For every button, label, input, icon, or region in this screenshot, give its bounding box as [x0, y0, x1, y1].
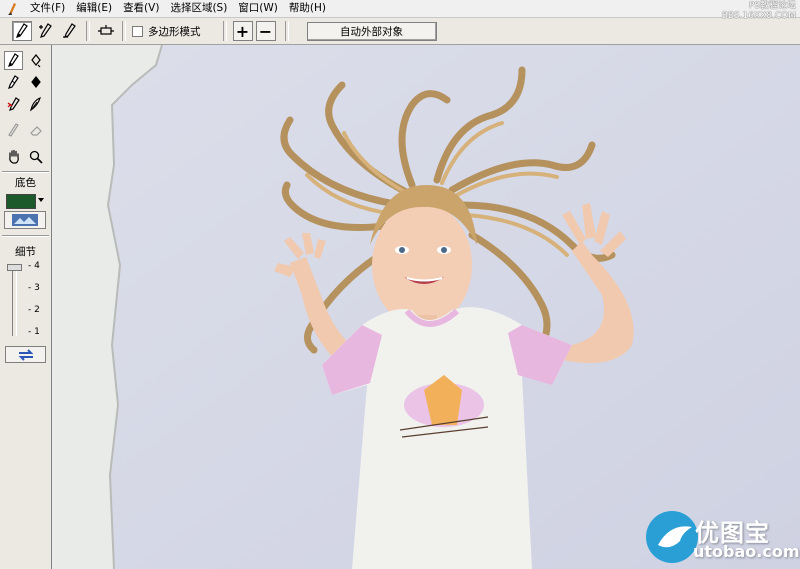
forum-watermark-url: BBS.16XX8.COM [721, 11, 796, 21]
toolbar-separator [222, 21, 227, 41]
detail-tick: - 3 [28, 283, 40, 293]
edge-highlighter-minus-tool-button[interactable] [60, 21, 80, 41]
highlighter-icon [8, 53, 19, 67]
image-thumbnail-icon [12, 214, 38, 226]
keep-fill-tool[interactable] [26, 73, 45, 92]
edge-highlighter-plus-tool-button[interactable] [36, 21, 56, 41]
background-preview-button[interactable] [4, 211, 46, 229]
toolbar-separator [86, 21, 90, 41]
keep-highlighter-icon [8, 75, 19, 89]
menu-selection[interactable]: 选择区域(S) [165, 0, 233, 17]
zoom-plus-button[interactable]: + [232, 21, 253, 41]
detail-label: 细节 [15, 246, 36, 258]
polygon-mode-label: 多边形模式 [148, 25, 201, 38]
eraser-tool [26, 121, 45, 140]
panel-divider [2, 235, 49, 237]
hand-icon [8, 149, 19, 164]
edge-touchup-tool[interactable] [26, 95, 45, 114]
zoom-tool[interactable] [26, 147, 45, 166]
image-canvas[interactable]: 优图宝 utobao.com [52, 45, 800, 569]
photo-girl-with-curly-hair [52, 45, 800, 569]
auto-external-object-button[interactable]: 自动外部对象 [306, 21, 437, 41]
base-color-swatch[interactable] [6, 194, 36, 209]
swap-view-button[interactable] [5, 346, 46, 363]
hand-tool[interactable] [4, 147, 23, 166]
menu-view[interactable]: 查看(V) [118, 0, 165, 17]
magnifier-icon [29, 150, 43, 164]
brush-tool [4, 121, 23, 140]
cleanup-tool[interactable] [4, 95, 23, 114]
forum-watermark-title: PS教程论坛 [748, 1, 796, 11]
polygon-mode-checkbox[interactable] [132, 25, 143, 37]
highlighter-icon [16, 23, 28, 38]
smart-highlight-icon [98, 25, 114, 35]
highlighter-plus-icon [39, 23, 52, 38]
cleanup-icon [7, 97, 20, 111]
app-icon [5, 1, 21, 16]
detail-slider-track[interactable] [12, 264, 17, 336]
keep-highlighter-tool[interactable] [4, 73, 23, 92]
chevron-down-icon[interactable] [38, 198, 44, 202]
fill-bucket-icon [31, 54, 41, 68]
refresh-arrows-icon [18, 348, 33, 361]
zoom-minus-button[interactable]: − [255, 21, 276, 41]
edge-highlighter-tool[interactable] [4, 51, 23, 70]
panel-divider [2, 171, 49, 173]
logo-url: utobao.com [693, 542, 800, 561]
detail-slider-thumb[interactable] [7, 264, 22, 271]
menu-file[interactable]: 文件(F) [25, 0, 71, 17]
fill-tool[interactable] [26, 51, 45, 70]
menu-help[interactable]: 帮助(H) [284, 0, 332, 17]
toolbar-separator [284, 21, 289, 41]
logo-watermark: 优图宝 utobao.com [641, 509, 800, 567]
base-color-label: 底色 [15, 177, 36, 189]
menu-window[interactable]: 窗口(W) [233, 0, 284, 17]
detail-tick: - 2 [28, 305, 40, 315]
feather-icon [30, 97, 41, 112]
edge-highlighter-tool-button[interactable] [12, 21, 32, 41]
menu-bar: 文件(F) 编辑(E) 查看(V) 选择区域(S) 窗口(W) 帮助(H) [0, 0, 800, 18]
eraser-icon [29, 126, 42, 136]
forum-watermark: PS教程论坛 BBS.16XX8.COM [722, 1, 796, 21]
detail-tick: - 1 [28, 327, 40, 337]
brush-icon [8, 123, 19, 137]
toolbar-separator [122, 21, 126, 41]
menu-edit[interactable]: 编辑(E) [71, 0, 118, 17]
highlighter-minus-icon [63, 23, 76, 38]
tool-panel: 底色 细节 - 4 - 3 - 2 - 1 [0, 45, 52, 569]
keep-fill-icon [31, 76, 41, 88]
smart-highlight-button[interactable] [96, 21, 116, 41]
toolbar: 多边形模式 + − 自动外部对象 [0, 18, 800, 45]
detail-tick: - 4 [28, 261, 40, 271]
